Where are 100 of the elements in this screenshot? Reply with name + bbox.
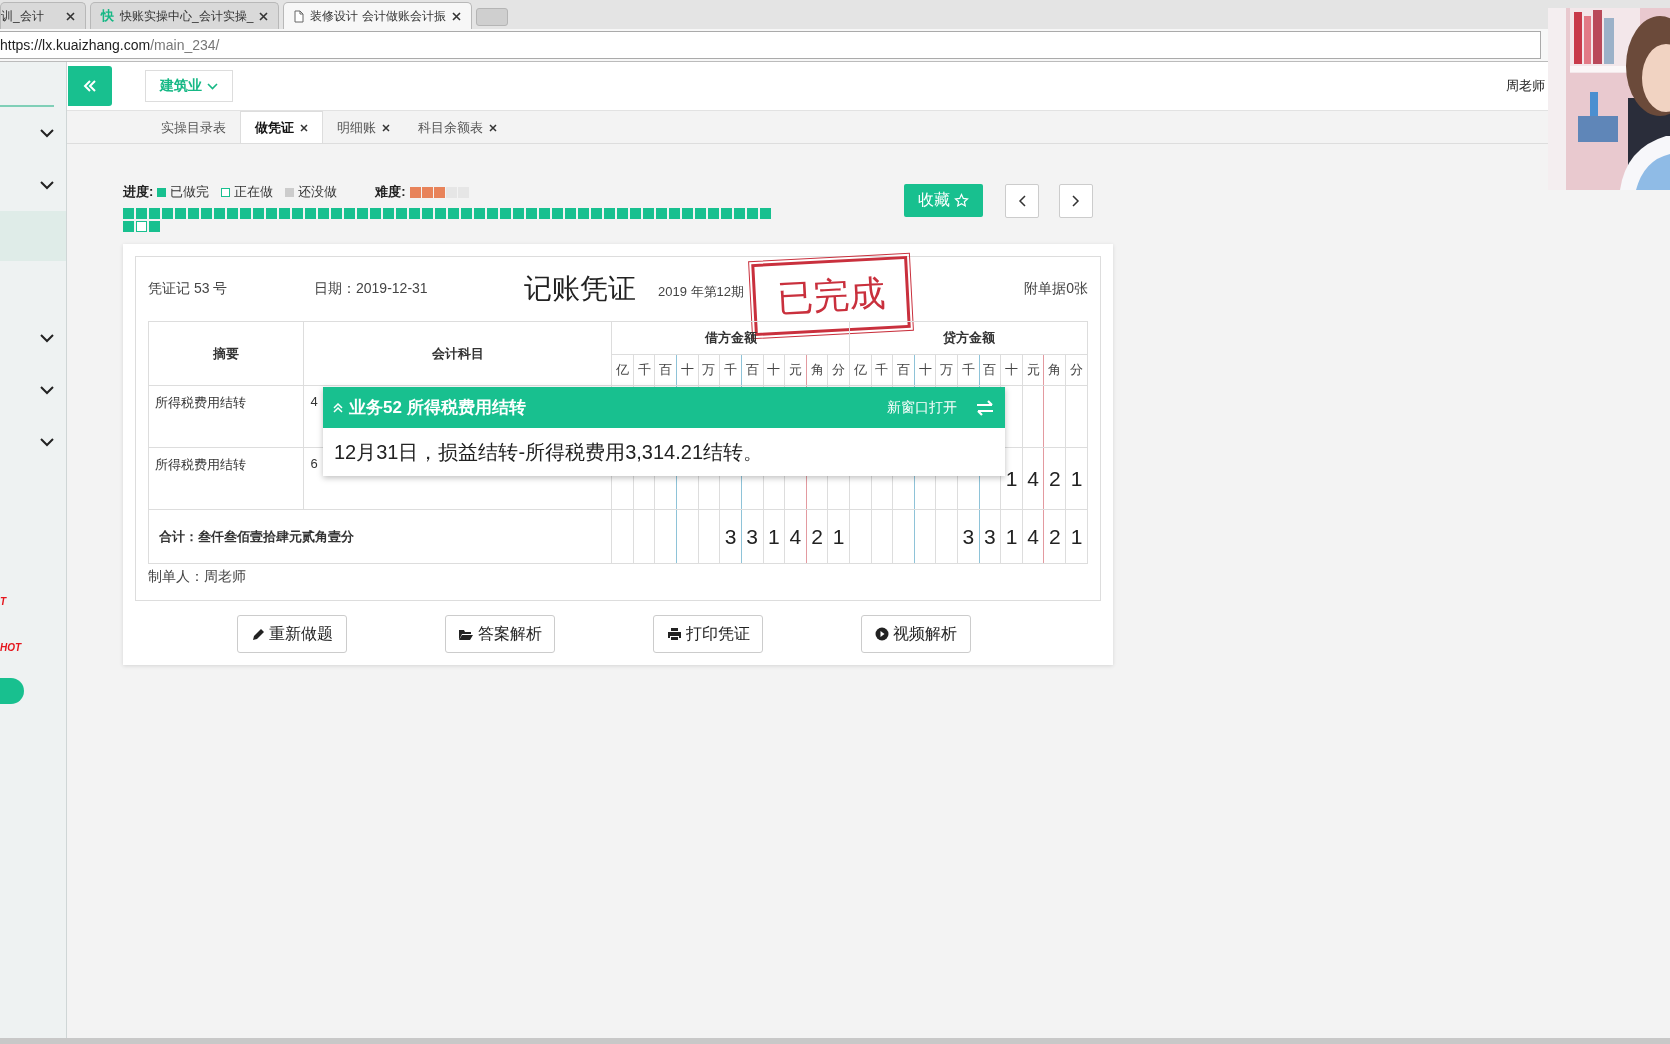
column-header: 会计科目 bbox=[303, 321, 612, 386]
progress-square[interactable] bbox=[331, 208, 342, 219]
digit-header: 十 bbox=[676, 354, 699, 386]
browser-tab[interactable]: 装修设计 会计做账会计振 bbox=[283, 2, 472, 29]
digit-header: 百 bbox=[654, 354, 677, 386]
progress-square[interactable] bbox=[214, 208, 225, 219]
progress-square[interactable] bbox=[591, 208, 602, 219]
progress-square[interactable] bbox=[630, 208, 641, 219]
digit-header: 千 bbox=[871, 354, 893, 386]
legend-label: 已做完 bbox=[170, 183, 210, 201]
progress-square[interactable] bbox=[123, 221, 134, 232]
progress-square[interactable] bbox=[448, 208, 459, 219]
address-field[interactable]: https://lx.kuaizhang.com/main_234/ bbox=[0, 31, 1541, 59]
page-tab[interactable]: 实操目录表 bbox=[147, 112, 240, 143]
progress-square[interactable] bbox=[552, 208, 563, 219]
page-tab[interactable]: 科目余额表 bbox=[404, 112, 511, 143]
progress-square[interactable] bbox=[487, 208, 498, 219]
swap-icon[interactable] bbox=[975, 399, 995, 416]
table-cell: 所得税费用结转 bbox=[148, 385, 304, 448]
digit-header: 百 bbox=[892, 354, 915, 386]
progress-square[interactable] bbox=[136, 221, 147, 232]
progress-square[interactable] bbox=[162, 208, 173, 219]
action-button[interactable]: 视频解析 bbox=[861, 615, 971, 653]
action-button[interactable]: 重新做题 bbox=[237, 615, 347, 653]
progress-square[interactable] bbox=[136, 208, 147, 219]
progress-square[interactable] bbox=[344, 208, 355, 219]
close-icon[interactable] bbox=[300, 123, 308, 132]
progress-square[interactable] bbox=[526, 208, 537, 219]
progress-square[interactable] bbox=[747, 208, 758, 219]
browser-tab[interactable]: 快 快账实操中心_会计实操_ bbox=[90, 2, 280, 29]
progress-square[interactable] bbox=[292, 208, 303, 219]
progress-square[interactable] bbox=[474, 208, 485, 219]
progress-square[interactable] bbox=[305, 208, 316, 219]
progress-square[interactable] bbox=[461, 208, 472, 219]
total-label: 合计：叁仟叁佰壹拾肆元贰角壹分 bbox=[159, 528, 354, 544]
previous-button[interactable] bbox=[1005, 184, 1039, 218]
sidebar-item[interactable] bbox=[0, 211, 66, 261]
action-button[interactable]: 打印凭证 bbox=[653, 615, 763, 653]
progress-square[interactable] bbox=[279, 208, 290, 219]
chevron-down-icon[interactable] bbox=[40, 180, 54, 190]
progress-square[interactable] bbox=[422, 208, 433, 219]
progress-square[interactable] bbox=[266, 208, 277, 219]
progress-square[interactable] bbox=[565, 208, 576, 219]
progress-square[interactable] bbox=[188, 208, 199, 219]
progress-square[interactable] bbox=[682, 208, 693, 219]
chevron-down-icon[interactable] bbox=[40, 128, 54, 138]
page-tab[interactable]: 做凭证 bbox=[240, 111, 323, 143]
chevron-down-icon[interactable] bbox=[40, 333, 54, 343]
progress-square[interactable] bbox=[708, 208, 719, 219]
progress-square[interactable] bbox=[513, 208, 524, 219]
close-icon[interactable] bbox=[489, 123, 497, 132]
close-icon[interactable] bbox=[451, 11, 461, 21]
progress-square[interactable] bbox=[500, 208, 511, 219]
progress-square[interactable] bbox=[396, 208, 407, 219]
browser-tab[interactable]: 训_会计 bbox=[0, 2, 86, 29]
next-button[interactable] bbox=[1059, 184, 1093, 218]
close-icon[interactable] bbox=[259, 11, 269, 21]
pill-button[interactable] bbox=[0, 678, 24, 704]
progress-square[interactable] bbox=[240, 208, 251, 219]
progress-square[interactable] bbox=[201, 208, 212, 219]
progress-square[interactable] bbox=[409, 208, 420, 219]
progress-square[interactable] bbox=[539, 208, 550, 219]
column-header: 借方金额 bbox=[611, 321, 850, 355]
progress-square[interactable] bbox=[604, 208, 615, 219]
close-icon[interactable] bbox=[66, 11, 75, 21]
action-button[interactable]: 答案解析 bbox=[445, 615, 555, 653]
chevron-down-icon[interactable] bbox=[40, 385, 54, 395]
progress-square[interactable] bbox=[695, 208, 706, 219]
progress-square[interactable] bbox=[643, 208, 654, 219]
amount-digit: 1 bbox=[767, 524, 780, 548]
progress-square[interactable] bbox=[253, 208, 264, 219]
progress-square[interactable] bbox=[721, 208, 732, 219]
progress-square[interactable] bbox=[656, 208, 667, 219]
collapse-up-icon[interactable] bbox=[333, 402, 343, 413]
progress-square[interactable] bbox=[760, 208, 771, 219]
popup-title: 业务52 所得税费用结转 bbox=[349, 397, 526, 419]
digit-header: 十 bbox=[914, 354, 936, 386]
progress-square[interactable] bbox=[370, 208, 381, 219]
progress-square[interactable] bbox=[318, 208, 329, 219]
progress-square[interactable] bbox=[175, 208, 186, 219]
user-name[interactable]: 周老师 bbox=[1506, 77, 1545, 95]
progress-square[interactable] bbox=[149, 221, 160, 232]
collapse-button[interactable] bbox=[68, 66, 112, 106]
progress-square[interactable] bbox=[123, 208, 134, 219]
amount-digit: 1 bbox=[832, 524, 845, 548]
legend-label: 正在做 bbox=[234, 183, 274, 201]
progress-square[interactable] bbox=[578, 208, 589, 219]
new-tab-button[interactable] bbox=[475, 8, 508, 26]
progress-square[interactable] bbox=[435, 208, 446, 219]
progress-square[interactable] bbox=[227, 208, 238, 219]
progress-square[interactable] bbox=[734, 208, 745, 219]
progress-square[interactable] bbox=[617, 208, 628, 219]
progress-square[interactable] bbox=[149, 208, 160, 219]
page-tab[interactable]: 明细账 bbox=[323, 112, 404, 143]
close-icon[interactable] bbox=[382, 123, 390, 132]
progress-square[interactable] bbox=[383, 208, 394, 219]
progress-square[interactable] bbox=[669, 208, 680, 219]
progress-square[interactable] bbox=[357, 208, 368, 219]
hot-label: HOT bbox=[0, 641, 22, 653]
chevron-down-icon[interactable] bbox=[40, 437, 54, 447]
